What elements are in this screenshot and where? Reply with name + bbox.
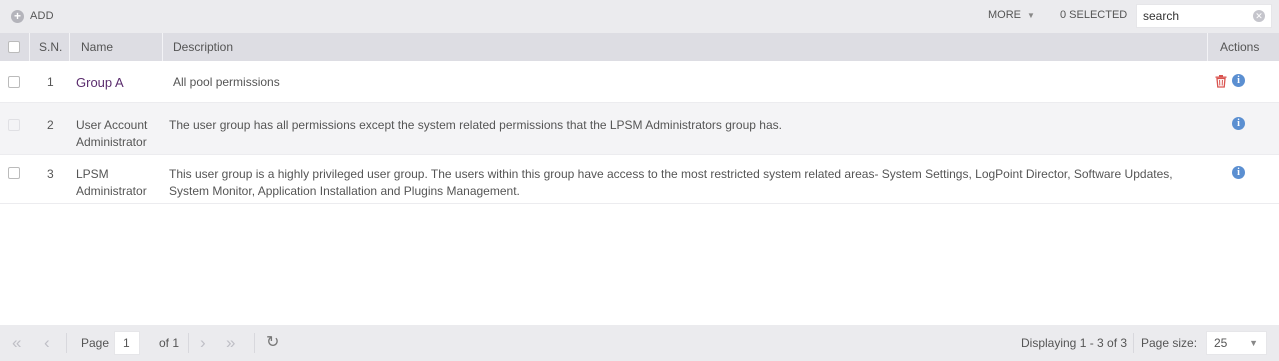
info-icon[interactable]: i xyxy=(1232,74,1245,87)
header-actions: Actions xyxy=(1220,40,1260,54)
divider xyxy=(1133,333,1134,353)
header-name[interactable]: Name xyxy=(81,33,113,61)
row-sn: 3 xyxy=(47,167,54,181)
column-divider xyxy=(1207,33,1208,61)
clear-search-icon[interactable]: ✕ xyxy=(1253,10,1265,22)
info-icon[interactable]: i xyxy=(1232,117,1245,130)
row-sn: 1 xyxy=(47,75,54,89)
page-label: Page xyxy=(81,336,110,350)
select-all-checkbox[interactable] xyxy=(8,41,20,53)
row-checkbox xyxy=(8,119,20,131)
header-sn[interactable]: S.N. xyxy=(39,33,62,61)
row-sn: 2 xyxy=(47,118,54,132)
page-size-value: 25 xyxy=(1214,336,1228,350)
pagination-bar: « ‹ Page 1 of 1 › » ↻ Displaying 1 - 3 o… xyxy=(0,325,1279,361)
search-input[interactable] xyxy=(1137,5,1249,27)
last-page-icon[interactable]: » xyxy=(226,334,235,352)
column-divider xyxy=(69,33,70,61)
column-divider xyxy=(162,33,163,61)
more-label: MORE xyxy=(988,9,1021,21)
divider xyxy=(188,333,189,353)
row-checkbox[interactable] xyxy=(8,167,20,179)
row-description: All pool permissions xyxy=(173,75,280,89)
displaying-text: Displaying 1 - 3 of 3 xyxy=(1021,336,1128,350)
caret-down-icon: ▼ xyxy=(1027,10,1035,20)
column-divider xyxy=(29,33,30,61)
divider xyxy=(66,333,67,353)
next-page-icon[interactable]: › xyxy=(200,334,206,352)
toolbar: + ADD MORE ▼ 0 SELECTED ✕ xyxy=(0,0,1279,33)
add-button[interactable]: + ADD xyxy=(11,8,54,24)
delete-icon[interactable] xyxy=(1214,74,1228,88)
add-label: ADD xyxy=(30,10,54,22)
plus-circle-icon: + xyxy=(11,9,24,23)
table-row[interactable]: 3 LPSM Administrator This user group is … xyxy=(0,155,1279,204)
first-page-icon[interactable]: « xyxy=(12,334,21,352)
table-row[interactable]: 2 User Account Administrator The user gr… xyxy=(0,103,1279,155)
table-row[interactable]: 1 Group A All pool permissions i xyxy=(0,61,1279,103)
caret-down-icon: ▼ xyxy=(1249,338,1258,348)
row-name: LPSM Administrator xyxy=(76,167,147,198)
header-description[interactable]: Description xyxy=(173,33,233,61)
refresh-icon[interactable]: ↻ xyxy=(266,334,279,352)
row-description: The user group has all permissions excep… xyxy=(169,118,782,132)
page-total: of 1 xyxy=(159,336,180,350)
row-checkbox[interactable] xyxy=(8,76,20,88)
row-name: User Account Administrator xyxy=(76,118,148,149)
search-box: ✕ xyxy=(1136,4,1272,28)
row-name-link[interactable]: Group A xyxy=(76,74,124,91)
page-size-select[interactable]: 25 ▼ xyxy=(1206,331,1267,355)
selected-count: 0 SELECTED xyxy=(1060,9,1128,21)
page-number-input[interactable]: 1 xyxy=(114,331,140,355)
row-description: This user group is a highly privileged u… xyxy=(169,167,1173,198)
info-icon[interactable]: i xyxy=(1232,166,1245,179)
page-size-label: Page size: xyxy=(1141,336,1198,350)
more-dropdown[interactable]: MORE ▼ xyxy=(988,9,1035,21)
divider xyxy=(254,333,255,353)
table-header: S.N. Name Description Actions xyxy=(0,33,1279,61)
previous-page-icon[interactable]: ‹ xyxy=(44,334,50,352)
